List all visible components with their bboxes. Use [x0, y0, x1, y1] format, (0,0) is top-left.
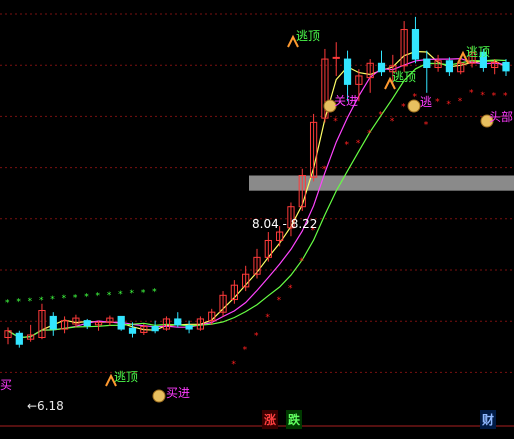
signal-top-1: 逃顶: [296, 29, 321, 43]
candle-body: [332, 56, 340, 59]
sar-star: *: [28, 297, 33, 307]
signal-buy-1: 买进: [166, 386, 191, 400]
low-price-marker: ←6.18: [27, 399, 64, 413]
sar-star: *: [299, 257, 304, 267]
candle-body: [423, 58, 431, 68]
price-band: [249, 175, 514, 191]
candle-body: [377, 62, 386, 73]
sar-star: *: [446, 100, 451, 110]
sar-star: *: [39, 296, 44, 306]
candle-body: [411, 29, 420, 60]
candle-body: [174, 318, 182, 326]
sar-star: *: [367, 129, 372, 139]
candle-body: [128, 327, 137, 334]
sar-star: *: [107, 291, 112, 301]
sar-star: *: [130, 289, 135, 299]
sar-star: *: [231, 360, 236, 370]
signal-top-4: 逃顶: [114, 370, 139, 384]
signal-cut-1: 关进: [334, 94, 359, 108]
sar-star: *: [50, 295, 55, 305]
signal-short-buy: 买: [0, 378, 13, 392]
sar-star: *: [435, 98, 440, 108]
candle-body: [15, 332, 23, 345]
candle-body: [502, 61, 510, 72]
price-band-high: 8.22: [290, 217, 318, 231]
price-band-low: 8.04: [252, 217, 279, 231]
sar-star: *: [379, 110, 384, 120]
sar-star: *: [345, 141, 350, 151]
candle-body: [83, 320, 91, 327]
sar-star: *: [492, 92, 497, 102]
sar-star: *: [288, 284, 293, 294]
sar-star: *: [503, 92, 508, 102]
stock-chart-window: * * * * * * * * * * * * * * * * * * * * * * * * * * * * * * * * * * * * * * * …: [0, 0, 514, 439]
money-bag-icon: [152, 389, 166, 403]
sar-star: *: [243, 346, 248, 356]
sar-star: *: [322, 165, 327, 175]
sar-star: *: [152, 287, 157, 297]
sar-star: *: [265, 313, 270, 323]
candle-body: [445, 60, 454, 73]
signal-head-1: 头部: [489, 110, 514, 124]
sar-star: *: [254, 331, 259, 341]
sar-star: *: [96, 292, 101, 302]
sar-star: *: [469, 88, 474, 98]
finance-button[interactable]: 财: [480, 410, 497, 429]
sar-star: *: [84, 293, 89, 303]
sar-star: *: [5, 298, 10, 308]
candle-body: [151, 326, 159, 332]
candle-body: [185, 325, 193, 330]
sar-star: *: [390, 117, 395, 127]
sar-star: *: [458, 97, 463, 107]
signal-top-2: 逃顶: [392, 70, 417, 84]
sar-star: *: [73, 293, 78, 303]
candle-body: [117, 315, 125, 330]
candle-body: [49, 315, 57, 330]
signal-top-3: 逃顶: [466, 45, 491, 59]
price-band-label: 8.04 - 8.22: [252, 217, 317, 231]
money-bag-icon: [407, 99, 421, 113]
sar-star: *: [480, 91, 485, 101]
sar-star: *: [62, 294, 67, 304]
price-band-sep: -: [282, 217, 287, 231]
sar-star: *: [16, 298, 21, 308]
fall-button[interactable]: 跌: [286, 410, 303, 429]
sar-star: *: [277, 296, 282, 306]
sar-star: *: [356, 139, 361, 149]
sar-star: *: [401, 103, 406, 113]
candle-body: [343, 58, 352, 85]
rise-button[interactable]: 涨: [262, 410, 279, 429]
sar-star: *: [141, 288, 146, 298]
sar-star: *: [118, 290, 123, 300]
sar-star: *: [333, 117, 338, 127]
signal-short-top: 逃: [420, 95, 433, 109]
sar-star: *: [424, 120, 429, 130]
